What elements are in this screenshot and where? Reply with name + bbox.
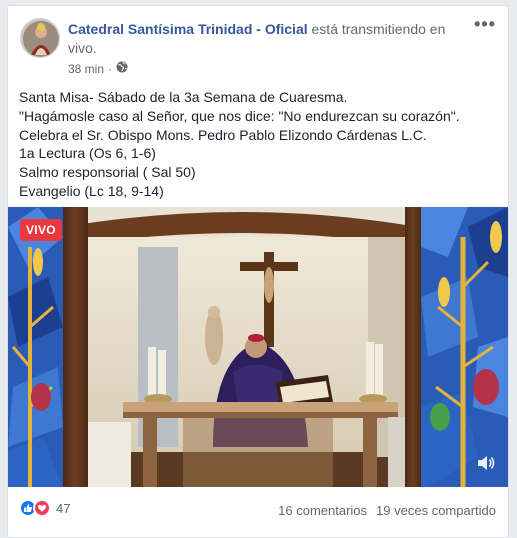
reactions-summary[interactable]: 47 bbox=[19, 499, 70, 517]
post-footer: 47 16 comentarios 19 veces compartido bbox=[8, 495, 508, 525]
avatar[interactable] bbox=[20, 18, 60, 58]
post-line: 1a Lectura (Os 6, 1-6) bbox=[19, 145, 156, 162]
video-frame bbox=[8, 207, 508, 487]
post-line: "Hagámosle caso al Señor, que nos dice: … bbox=[19, 107, 460, 124]
avatar-image bbox=[21, 19, 59, 57]
post-card: Catedral Santísima Trinidad - Oficial es… bbox=[7, 5, 509, 538]
volume-icon[interactable] bbox=[476, 454, 496, 477]
live-badge: VIVO bbox=[20, 219, 62, 241]
meta-separator: · bbox=[108, 61, 113, 76]
comments-count-link[interactable]: 16 comentarios bbox=[278, 503, 367, 518]
more-options-button[interactable]: ••• bbox=[474, 15, 496, 33]
post-line: Salmo responsorial ( Sal 50) bbox=[19, 164, 196, 181]
reaction-count: 47 bbox=[56, 500, 71, 516]
engagement-stats: 16 comentarios 19 veces compartido bbox=[278, 503, 496, 518]
live-video-player[interactable]: VIVO bbox=[8, 207, 508, 487]
shares-count-link[interactable]: 19 veces compartido bbox=[376, 503, 496, 518]
post-meta: 38 min · bbox=[68, 61, 128, 76]
ellipsis-icon: ••• bbox=[474, 14, 496, 34]
post-header: Catedral Santísima Trinidad - Oficial es… bbox=[68, 20, 468, 58]
post-line: Santa Misa- Sábado de la 3a Semana de Cu… bbox=[19, 89, 348, 105]
post-timestamp[interactable]: 38 min bbox=[68, 62, 104, 76]
page-name-link[interactable]: Catedral Santísima Trinidad - Oficial bbox=[68, 21, 308, 37]
post-line: Evangelio (Lc 18, 9-14) bbox=[19, 182, 164, 199]
globe-icon bbox=[116, 61, 128, 76]
love-icon bbox=[33, 499, 51, 517]
post-line: Celebra el Sr. Obispo Mons. Pedro Pablo … bbox=[19, 126, 427, 143]
post-message: Santa Misa- Sábado de la 3a Semana de Cu… bbox=[19, 88, 499, 201]
